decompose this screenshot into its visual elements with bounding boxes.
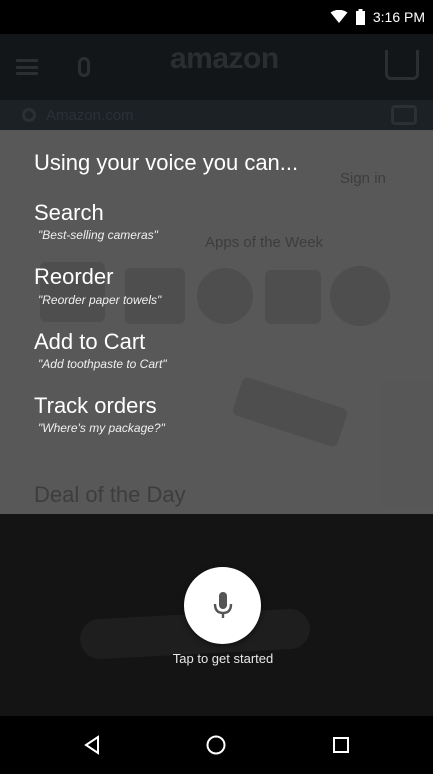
voice-item-search: Search "Best-selling cameras" — [34, 200, 433, 242]
voice-heading: Using your voice you can... — [34, 150, 299, 175]
battery-icon — [355, 9, 365, 25]
voice-command-example: "Reorder paper towels" — [38, 292, 162, 307]
status-bar: 3:16 PM — [0, 0, 433, 34]
search-icon — [22, 108, 36, 122]
recents-button[interactable] — [321, 725, 361, 765]
app-header: amazon — [0, 34, 433, 100]
voice-command-label: Add to Cart — [34, 328, 146, 354]
camera-icon — [391, 105, 417, 125]
microphone-icon — [213, 591, 232, 618]
navigation-bar — [0, 716, 433, 774]
voice-command-example: "Add toothpaste to Cart" — [38, 356, 167, 371]
search-bar: Amazon.com — [0, 100, 433, 130]
home-icon — [206, 735, 226, 755]
recents-icon — [332, 737, 349, 753]
start-voice-button[interactable] — [184, 567, 261, 644]
menu-icon — [16, 59, 38, 75]
voice-command-example: "Best-selling cameras" — [38, 228, 158, 243]
microphone-icon — [78, 57, 90, 77]
voice-item-reorder: Reorder "Reorder paper towels" — [34, 264, 433, 306]
home-button[interactable] — [196, 725, 236, 765]
voice-command-label: Search — [34, 200, 104, 225]
voice-item-track-orders: Track orders "Where's my package?" — [34, 393, 433, 435]
screen: 3:16 PM amazon Amazon.com Sign in Apps o… — [0, 0, 433, 774]
wifi-icon — [330, 10, 348, 23]
mic-caption: Tap to get started — [172, 651, 274, 666]
voice-item-add-to-cart: Add to Cart "Add toothpaste to Cart" — [34, 329, 433, 371]
cart-icon — [385, 50, 419, 80]
status-time: 3:16 PM — [372, 9, 425, 25]
back-icon — [84, 735, 100, 755]
search-placeholder: Amazon.com — [46, 106, 134, 124]
amazon-logo: amazon — [170, 42, 279, 75]
back-button[interactable] — [72, 725, 112, 765]
ghost-deal-of-day: Deal of the Day — [34, 482, 186, 507]
voice-command-label: Reorder — [34, 264, 114, 290]
voice-help-panel: Sign in Apps of the Week Deal of the Day… — [0, 130, 433, 514]
voice-command-label: Track orders — [34, 392, 157, 418]
voice-command-example: "Where's my package?" — [38, 421, 165, 436]
